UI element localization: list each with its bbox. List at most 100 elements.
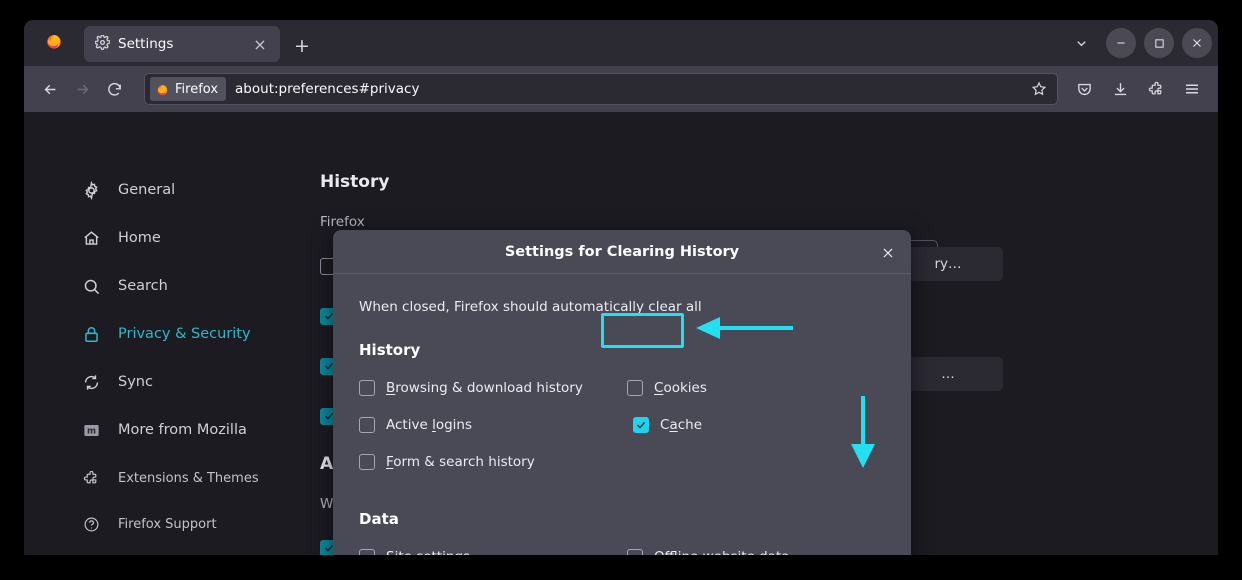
checkbox[interactable] — [627, 549, 643, 555]
gear-icon — [94, 33, 111, 54]
minimize-button[interactable] — [1106, 28, 1136, 58]
sidebar-item-sync[interactable]: Sync — [62, 366, 314, 398]
forward-button[interactable] — [66, 73, 98, 105]
pocket-button[interactable] — [1068, 73, 1100, 105]
checkbox-row-site-settings[interactable]: Site settings — [359, 546, 627, 555]
data-right-column: Offline website data — [627, 546, 867, 555]
sidebar-item-privacy-security[interactable]: Privacy & Security — [62, 318, 314, 350]
checkbox-row-form-search-history[interactable]: Form & search history — [359, 451, 627, 473]
dialog-section-history-heading: History — [359, 341, 421, 359]
tab-title: Settings — [118, 36, 174, 52]
hamburger-icon — [1186, 84, 1198, 94]
reload-icon — [107, 82, 121, 96]
dialog-title: Settings for Clearing History — [504, 243, 740, 260]
sidebar-item-general[interactable]: General — [62, 174, 314, 206]
dialog-header: Settings for Clearing History — [333, 230, 911, 274]
history-description: Firefox — [320, 214, 365, 230]
bookmark-button[interactable] — [1027, 81, 1051, 97]
navigation-toolbar: Firefox about:preferences#privacy — [24, 66, 1218, 112]
minimize-icon — [1117, 42, 1125, 44]
svg-text:m: m — [86, 426, 95, 436]
lock-icon — [80, 325, 102, 344]
checkbox-label: Active logins — [386, 417, 472, 433]
star-icon — [1031, 81, 1047, 96]
home-icon — [80, 229, 102, 248]
checkbox-checked[interactable] — [633, 417, 649, 433]
checkbox-row-cookies[interactable]: Cookies — [627, 377, 867, 399]
checkbox-label: Cookies — [654, 380, 707, 396]
mozilla-icon: m — [80, 421, 102, 440]
sidebar-item-label: General — [118, 182, 176, 198]
data-left-column: Site settings — [359, 546, 627, 555]
checkbox-label: Form & search history — [386, 454, 535, 470]
sidebar-item-label: Home — [118, 230, 161, 246]
window-controls — [1064, 20, 1218, 66]
new-tab-button[interactable]: + — [290, 34, 314, 58]
extensions-button[interactable] — [1140, 73, 1172, 105]
checkbox-label: Browsing & download history — [386, 380, 583, 396]
search-icon — [80, 277, 102, 296]
dialog-body: When closed, Firefox should automaticall… — [333, 274, 911, 555]
tab-close-icon[interactable]: × — [248, 32, 272, 56]
reload-button[interactable] — [98, 73, 130, 105]
checkbox[interactable] — [359, 417, 375, 433]
toolbar-actions — [1068, 73, 1208, 105]
checkbox[interactable] — [627, 380, 643, 396]
sidebar-item-search[interactable]: Search — [62, 270, 314, 302]
chevron-down-icon — [1076, 40, 1086, 46]
tab-bar: Settings × + — [24, 20, 1218, 66]
extensions-icon — [80, 470, 102, 487]
checkbox[interactable] — [359, 454, 375, 470]
history-right-column: Cookies Cache — [627, 377, 867, 488]
sync-icon — [80, 373, 102, 392]
extensions-icon — [1148, 81, 1161, 94]
tab-settings[interactable]: Settings × — [84, 26, 280, 62]
check-icon — [636, 421, 646, 429]
sidebar-item-label: Firefox Support — [118, 516, 217, 532]
data-columns: Site settings Offline website data — [359, 546, 885, 555]
clear-history-dialog: Settings for Clearing History When close… — [333, 230, 911, 555]
downloads-button[interactable] — [1104, 73, 1136, 105]
dialog-close-button[interactable] — [875, 240, 901, 266]
firefox-logo — [24, 20, 84, 66]
back-button[interactable] — [34, 73, 66, 105]
screenshot-root: Settings × + Firefox about:preferences#p… — [0, 0, 1242, 580]
checkbox-label: Cache — [660, 417, 703, 433]
checkbox-row-cache[interactable]: Cache — [633, 414, 867, 436]
app-menu-button[interactable] — [1176, 73, 1208, 105]
sidebar-item-label: Search — [118, 278, 168, 294]
checkbox-label: Site settings — [386, 549, 470, 555]
list-all-tabs-button[interactable] — [1064, 26, 1098, 60]
sidebar-item-home[interactable]: Home — [62, 222, 314, 254]
history-left-column: Browsing & download history Active login… — [359, 377, 627, 488]
sidebar-item-label: Extensions & Themes — [118, 470, 259, 486]
identity-label: Firefox — [175, 81, 219, 97]
forward-arrow-icon — [77, 84, 88, 94]
checkbox[interactable] — [359, 380, 375, 396]
checkbox-row-browsing-download-history[interactable]: Browsing & download history — [359, 377, 627, 399]
firefox-identity-icon — [157, 84, 168, 95]
checkbox-row-active-logins[interactable]: Active logins — [359, 414, 627, 436]
sidebar-item-firefox-support[interactable]: Firefox Support — [62, 508, 314, 540]
firefox-logo-icon — [47, 35, 61, 49]
url-text[interactable]: about:preferences#privacy — [235, 81, 1027, 97]
sidebar-item-label: More from Mozilla — [118, 422, 247, 438]
history-columns: Browsing & download history Active login… — [359, 377, 885, 488]
settings-sidebar: General Home Search Privacy & Security S… — [62, 174, 314, 554]
checkbox-row-offline-website-data[interactable]: Offline website data — [627, 546, 867, 555]
url-bar[interactable]: Firefox about:preferences#privacy — [144, 73, 1058, 105]
downloads-icon — [1114, 82, 1126, 95]
close-icon — [1193, 39, 1201, 47]
sidebar-item-label: Privacy & Security — [118, 326, 251, 342]
sidebar-item-more-from-mozilla[interactable]: m More from Mozilla — [62, 414, 314, 446]
identity-chip[interactable]: Firefox — [150, 77, 227, 101]
history-heading: History — [320, 172, 390, 192]
dialog-section-data-heading: Data — [359, 510, 399, 528]
help-icon — [80, 516, 102, 533]
maximize-button[interactable] — [1144, 28, 1174, 58]
browser-window: Settings × + Firefox about:preferences#p… — [24, 20, 1218, 555]
checkbox-label: Offline website data — [654, 549, 790, 555]
close-window-button[interactable] — [1182, 28, 1212, 58]
checkbox[interactable] — [359, 549, 375, 555]
sidebar-item-extensions-themes[interactable]: Extensions & Themes — [62, 462, 314, 494]
